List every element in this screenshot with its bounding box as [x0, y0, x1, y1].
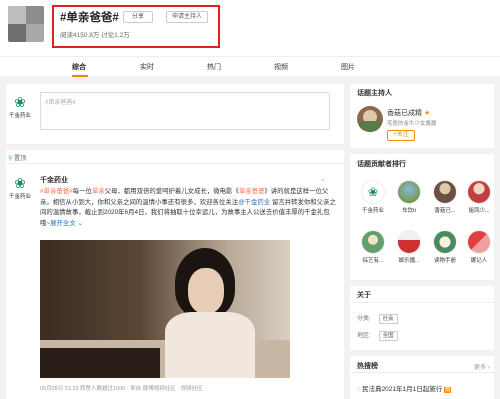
contributor-name: 姐凤少... [468, 208, 490, 214]
contributor-name: 读物手册 [433, 258, 456, 264]
contributor-item[interactable]: 姐凤少... [464, 180, 494, 214]
author-avatar[interactable]: ❀ 千金药业 [8, 176, 32, 200]
avatar [397, 230, 421, 254]
topic-title: #单亲爸爸# [60, 12, 119, 24]
active-tab-indicator [72, 75, 88, 77]
tab-all[interactable]: 综合 [72, 62, 86, 72]
contributor-item[interactable]: 香菇已... [430, 180, 460, 214]
tab-bar: 综合 实时 热门 视频 图片 [0, 56, 500, 77]
author-logo-icon: ❀ [14, 175, 26, 191]
about-section-title: 关于 [357, 292, 371, 299]
brand-logo-text: 千金药业 [8, 113, 31, 119]
composer-placeholder: #单亲爸爸# [45, 100, 76, 106]
tab-video[interactable]: 视频 [274, 62, 288, 72]
pin-icon: ⚲ [8, 156, 13, 162]
divider [350, 372, 494, 373]
contributor-item[interactable]: ❀ 千金药业 [358, 180, 388, 214]
chevron-down-icon[interactable]: ⌄ [76, 220, 82, 227]
category-tag[interactable]: 社会 [378, 314, 398, 324]
avatar [467, 180, 491, 204]
avatar [361, 230, 385, 254]
post-composer-input[interactable]: #单亲爸爸# [40, 92, 330, 130]
divider [350, 302, 494, 303]
topic-link[interactable]: #单亲爸爸# [40, 188, 73, 195]
share-button[interactable]: 分享 [123, 11, 153, 23]
avatar[interactable] [357, 106, 383, 132]
tab-hot[interactable]: 热门 [207, 62, 221, 72]
avatar [467, 230, 491, 254]
avatar [433, 230, 457, 254]
tab-pictures[interactable]: 图片 [341, 62, 355, 72]
hot-search-item[interactable]: ↑ 民法典2021年1月1日起施行 热 [357, 383, 452, 393]
hot-search-title: 热搜榜 [357, 363, 378, 370]
category-row: 分类: 社会 [357, 313, 398, 324]
chevron-down-icon[interactable]: ⌄ [320, 175, 326, 183]
avatar [397, 180, 421, 204]
brand-logo: ❀ 千金药业 [8, 95, 32, 119]
region-tag[interactable]: 全国 [378, 331, 398, 341]
contributor-name: 车饮ti [402, 208, 416, 214]
brand-logo-icon: ❀ [14, 94, 26, 110]
avatar: ❀ [361, 180, 385, 204]
post-author-name[interactable]: 千金药业 [40, 175, 68, 185]
contributor-name: 娜记人 [470, 258, 488, 264]
video-player[interactable] [40, 240, 290, 378]
avatar [433, 180, 457, 204]
contributor-name: 香菇已... [434, 208, 456, 214]
expand-link[interactable]: 展开全文 [50, 220, 76, 227]
hot-badge: 热 [444, 387, 452, 393]
post-meta: 05月28日 21:23 转赞人数超过1600 · 来自 微博视频社区 · 视频… [40, 386, 203, 392]
divider [6, 163, 344, 164]
contributor-name: 娱乐播... [398, 258, 420, 264]
host-name[interactable]: 香菇已成精 ★ [387, 108, 430, 118]
topic-cover-image [8, 6, 44, 42]
contributor-item[interactable]: 读物手册 [430, 230, 460, 264]
post-body: #单亲爸爸#每一位单亲父母，都用双倍的爱呵护着儿女成长，微电影《单亲爸爸》讲的就… [40, 188, 336, 227]
contributor-item[interactable]: 车饮ti [394, 180, 424, 214]
badge-icon: ★ [423, 110, 431, 117]
host-description: 宅居的金牛少女酱酱 [387, 121, 437, 127]
author-logo-text: 千金药业 [8, 194, 31, 200]
contributors-section-title: 话题贡献者排行 [357, 161, 406, 168]
host-section-title: 话题主持人 [357, 90, 392, 97]
contributor-name: 千金药业 [361, 208, 384, 214]
chevron-right-icon: › [487, 365, 490, 371]
tab-realtime[interactable]: 实时 [140, 62, 154, 72]
topic-header: #单亲爸爸# 分享 申请主持人 阅读4150.8万 讨论1.2万 [0, 0, 500, 56]
topic-stats: 阅读4150.8万 讨论1.2万 [60, 32, 130, 39]
region-row: 地区: 全国 [357, 330, 398, 341]
more-link[interactable]: 更多 › [474, 362, 490, 371]
contributor-item[interactable]: 娜记人 [464, 230, 494, 264]
mention-link[interactable]: @千金药业 [238, 199, 270, 206]
apply-host-button[interactable]: 申请主持人 [166, 11, 208, 23]
follow-button[interactable]: +关注 [387, 130, 415, 141]
hot-rank-icon: ↑ [357, 386, 361, 393]
keyword-link[interactable]: 单亲爸爸 [239, 188, 265, 195]
pinned-label: ⚲ 置顶 [8, 156, 27, 162]
contributor-name: 综艺有... [362, 258, 384, 264]
contributor-item[interactable]: 娱乐播... [394, 230, 424, 264]
contributor-item[interactable]: 综艺有... [358, 230, 388, 264]
keyword-link[interactable]: 单亲 [92, 188, 105, 195]
